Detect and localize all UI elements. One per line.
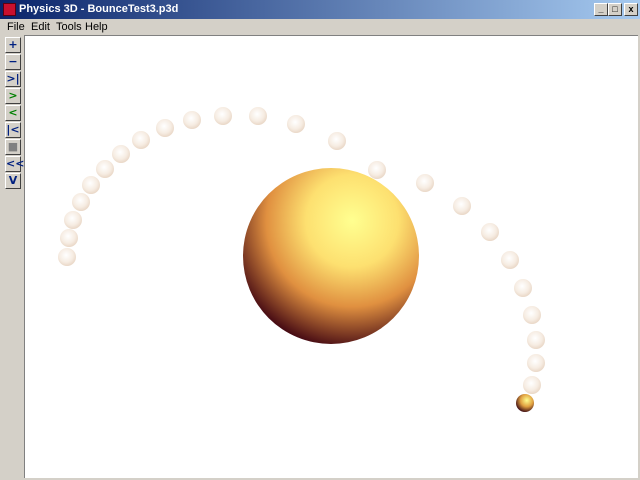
ghost-ball: [328, 132, 346, 150]
menu-help[interactable]: Help: [85, 20, 108, 34]
ghost-ball: [183, 111, 201, 129]
title-bar: Physics 3D - BounceTest3.p3d _ □ x: [0, 0, 640, 19]
rewind-button[interactable]: <<: [5, 156, 24, 172]
play-backward-button[interactable]: <: [5, 105, 21, 121]
ghost-ball: [523, 306, 541, 324]
large-sphere: [243, 168, 419, 344]
step-to-start-button[interactable]: |<: [5, 122, 21, 138]
app-icon: [3, 3, 16, 16]
ghost-ball: [453, 197, 471, 215]
menu-bar: File Edit Tools Help: [0, 19, 640, 35]
ghost-ball: [96, 160, 114, 178]
menu-tools[interactable]: Tools: [56, 20, 82, 34]
ghost-ball: [112, 145, 130, 163]
3d-viewport[interactable]: [24, 35, 638, 478]
ghost-ball: [287, 115, 305, 133]
ghost-ball: [514, 279, 532, 297]
ghost-ball: [58, 248, 76, 266]
ghost-ball: [416, 174, 434, 192]
bouncing-ball: [516, 394, 534, 412]
ghost-ball: [60, 229, 78, 247]
ghost-ball: [249, 107, 267, 125]
close-button[interactable]: x: [624, 3, 638, 16]
minimize-button[interactable]: _: [594, 3, 608, 16]
ghost-ball: [501, 251, 519, 269]
ghost-ball: [72, 193, 90, 211]
ghost-ball: [214, 107, 232, 125]
ghost-ball: [368, 161, 386, 179]
ghost-ball: [523, 376, 541, 394]
zoom-out-button[interactable]: −: [5, 54, 21, 70]
ghost-ball: [527, 331, 545, 349]
maximize-button[interactable]: □: [608, 3, 622, 16]
play-forward-button[interactable]: >: [5, 88, 21, 104]
toolbar: + − >| > < |< ■ << V: [0, 35, 24, 480]
step-to-end-button[interactable]: >|: [5, 71, 21, 87]
stop-button[interactable]: ■: [5, 139, 21, 155]
ghost-ball: [82, 176, 100, 194]
ghost-ball: [132, 131, 150, 149]
window-title: Physics 3D - BounceTest3.p3d: [19, 3, 179, 15]
zoom-in-button[interactable]: +: [5, 37, 21, 53]
ghost-ball: [527, 354, 545, 372]
ghost-ball: [64, 211, 82, 229]
view-button[interactable]: V: [5, 173, 21, 189]
ghost-ball: [156, 119, 174, 137]
ghost-ball: [481, 223, 499, 241]
menu-edit[interactable]: Edit: [31, 20, 50, 34]
scene-canvas: [58, 107, 545, 412]
menu-file[interactable]: File: [7, 20, 25, 34]
